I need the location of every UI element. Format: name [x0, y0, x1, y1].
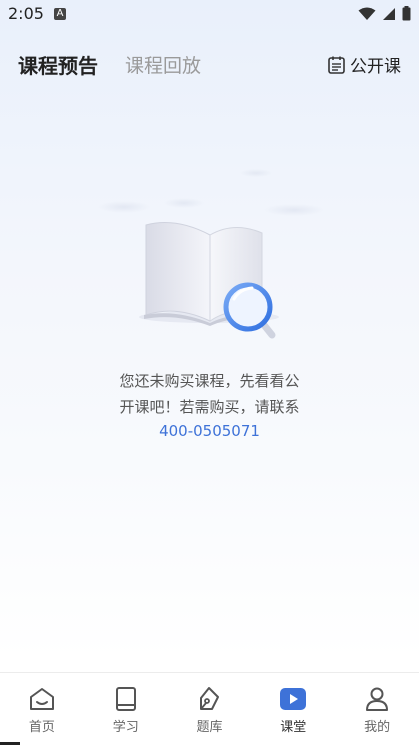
nav-question-bank[interactable]: 题库 [168, 673, 252, 745]
signal-icon [383, 7, 395, 20]
empty-message-line1: 您还未购买课程，先看看公 [119, 372, 300, 390]
nav-home-label: 首页 [28, 720, 55, 735]
empty-state-message: 您还未购买课程，先看看公 开课吧！若需购买，请联系 400-0505071 [100, 368, 319, 442]
contact-phone-link[interactable]: 400-0505071 [100, 420, 319, 442]
bottom-nav: 首页 学习 题库 课堂 我的 [0, 672, 419, 745]
play-icon [280, 688, 307, 710]
home-icon [29, 688, 54, 710]
tab-course-replay[interactable]: 课程回放 [125, 51, 201, 78]
nav-classroom-label: 课堂 [280, 720, 307, 735]
open-class-label: 公开课 [350, 57, 401, 77]
user-icon [366, 687, 389, 711]
status-bar: 2:05 A [0, 0, 419, 28]
nav-home[interactable]: 首页 [0, 673, 84, 745]
open-class-button[interactable]: 公开课 [328, 52, 401, 77]
nav-study-label: 学习 [112, 720, 139, 735]
wifi-icon [358, 7, 376, 20]
nav-study[interactable]: 学习 [84, 673, 168, 745]
battery-icon [402, 6, 411, 21]
empty-book-illustration [98, 169, 324, 339]
calendar-icon [328, 56, 345, 74]
pen-icon [200, 687, 220, 710]
nav-mine[interactable]: 我的 [335, 673, 419, 745]
nav-classroom[interactable]: 课堂 [251, 673, 335, 745]
book-icon [115, 687, 136, 711]
tab-course-preview[interactable]: 课程预告 [18, 50, 98, 79]
notification-icon: A [54, 8, 66, 20]
nav-question-bank-label: 题库 [196, 720, 223, 735]
empty-message-line2: 开课吧！若需购买，请联系 [119, 398, 300, 416]
status-time: 2:05 [8, 4, 44, 23]
top-tab-bar: 课程预告 课程回放 公开课 [0, 50, 419, 80]
status-icons [358, 6, 411, 21]
nav-mine-label: 我的 [364, 720, 391, 735]
